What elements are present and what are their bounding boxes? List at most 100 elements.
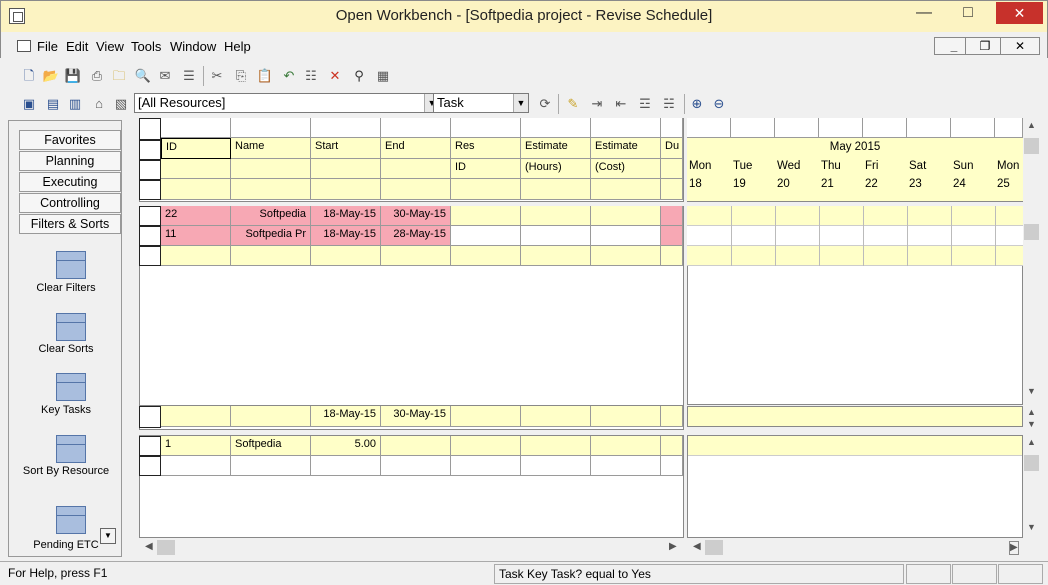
resource-filter-select[interactable]: [All Resources] ▼ [134,93,440,113]
task-name[interactable]: Softpedia [231,206,311,226]
print-icon[interactable]: ⎙ [88,67,106,85]
zoom-in-icon[interactable]: ⊕ [688,95,706,113]
resource-name[interactable]: Softpedia [231,436,311,456]
group-favorites[interactable]: Favorites [19,130,121,150]
task-id[interactable]: 22 [161,206,231,226]
menu-tools[interactable]: Tools [131,39,161,54]
mdi-close-button[interactable]: ✕ [1000,37,1040,55]
delete-icon[interactable]: ✕ [326,67,344,85]
zoom-out-icon[interactable]: ⊖ [710,95,728,113]
gantt-day-number: 18 [689,178,702,190]
group-filters-sorts[interactable]: Filters & Sorts [19,214,121,234]
group-planning[interactable]: Planning [19,151,121,171]
resource-scrollbar[interactable]: ▲ ▼ [1023,435,1040,538]
options-icon[interactable]: ☰ [180,67,198,85]
close-button[interactable]: ✕ [996,2,1043,24]
indent-icon[interactable]: ⇥ [588,95,606,113]
header-estimate-cost[interactable]: Estimate [591,138,661,159]
calendar-icon[interactable]: ▤ [44,95,62,113]
unlink-icon[interactable]: ☵ [660,95,678,113]
header-id[interactable]: ID [161,138,231,159]
summary-end: 30-May-15 [381,406,451,427]
vertical-scrollbar[interactable]: ▲ ▼ [1023,118,1040,405]
scroll-right-arrow[interactable]: ▶ [669,541,677,552]
resource-value[interactable]: 5.00 [311,436,381,456]
key-tasks-label[interactable]: Key Tasks [4,404,128,416]
scroll-thumb[interactable] [157,540,175,555]
paste-icon[interactable]: 📋 [256,67,274,85]
task-end[interactable]: 30-May-15 [381,206,451,226]
scroll-thumb[interactable] [705,540,723,555]
gantt-day-column: Wed 20 [777,160,819,190]
scroll-thumb[interactable] [1024,224,1039,240]
chevron-down-icon[interactable]: ▼ [513,94,528,112]
scroll-thumb[interactable] [1024,455,1039,471]
mail-icon[interactable]: ✉ [156,67,174,85]
scroll-left-arrow[interactable]: ◀ [145,541,153,552]
clear-sorts-label[interactable]: Clear Sorts [4,343,128,355]
horizontal-scrollbar[interactable]: ◀ ▶ [139,539,684,556]
menu-help[interactable]: Help [224,39,251,54]
header-end[interactable]: End [381,138,451,159]
task-name[interactable]: Softpedia Pr [231,226,311,246]
group-controlling[interactable]: Controlling [19,193,121,213]
grid-icon[interactable]: ▦ [374,67,392,85]
edit-icon[interactable]: ✎ [564,95,582,113]
scroll-up-arrow[interactable]: ▲ [1023,120,1040,134]
menu-file[interactable]: File [37,39,58,54]
refresh-icon[interactable]: ⟳ [536,95,554,113]
filter-icon[interactable] [56,251,86,279]
task-end[interactable]: 28-May-15 [381,226,451,246]
properties-icon[interactable]: ▧ [112,95,130,113]
cut-icon[interactable]: ✂ [208,67,226,85]
scroll-down-arrow[interactable]: ▼ [1023,386,1040,400]
summary-scrollbar[interactable]: ▲ ▼ [1023,406,1040,432]
copy-icon[interactable]: ⎘ [232,67,250,85]
scroll-up-arrow[interactable]: ▲ [1023,437,1040,451]
group-executing[interactable]: Executing [19,172,121,192]
document-icon[interactable] [17,40,31,52]
header-estimate-hours[interactable]: Estimate [521,138,591,159]
scroll-left-arrow[interactable]: ◀ [693,541,701,552]
project-icon[interactable]: ▥ [66,95,84,113]
header-start[interactable]: Start [311,138,381,159]
undo-icon[interactable]: ↶ [280,67,298,85]
header-res[interactable]: Res [451,138,521,159]
sort-by-resource-label[interactable]: Sort By Resource [4,465,128,477]
gantt-horizontal-scrollbar[interactable]: ◀ ▶ [687,539,1023,556]
scroll-down-arrow[interactable]: ▼ [1023,522,1040,536]
task-start[interactable]: 18-May-15 [311,206,381,226]
filter-icon[interactable] [56,373,86,401]
folder-icon[interactable]: 🗀 [110,67,128,85]
resource-icon[interactable]: ▣ [20,95,38,113]
scroll-right-arrow[interactable]: ▶ [1009,541,1019,555]
open-icon[interactable]: 📂 [42,67,60,85]
mdi-restore-button[interactable]: ❐ [965,37,1005,55]
task-start[interactable]: 18-May-15 [311,226,381,246]
outdent-icon[interactable]: ⇤ [612,95,630,113]
header-name[interactable]: Name [231,138,311,159]
insert-row-icon[interactable]: ☷ [302,67,320,85]
print-preview-icon[interactable]: 🔍 [134,67,152,85]
maximize-button[interactable]: □ [951,2,985,26]
resource-id[interactable]: 1 [161,436,231,456]
scroll-down-button[interactable]: ▼ [100,528,116,544]
home-icon[interactable]: ⌂ [90,95,108,113]
view-type-select[interactable]: Task ▼ [433,93,529,113]
new-icon[interactable]: 🗋 [20,67,38,85]
clear-filters-label[interactable]: Clear Filters [4,282,128,294]
sort-az-icon[interactable] [56,313,86,341]
save-icon[interactable]: 💾 [64,67,82,85]
menu-window[interactable]: Window [170,39,216,54]
menu-view[interactable]: View [96,39,124,54]
minimize-button[interactable]: — [907,2,941,26]
scroll-thumb[interactable] [1024,138,1039,154]
header-duration[interactable]: Du [661,138,683,159]
sort-az-icon[interactable] [56,435,86,463]
find-icon[interactable]: ⚲ [350,67,368,85]
link-icon[interactable]: ☲ [636,95,654,113]
scroll-down-arrow[interactable]: ▼ [1023,419,1040,433]
task-id[interactable]: 11 [161,226,231,246]
filter-icon[interactable] [56,506,86,534]
menu-edit[interactable]: Edit [66,39,88,54]
